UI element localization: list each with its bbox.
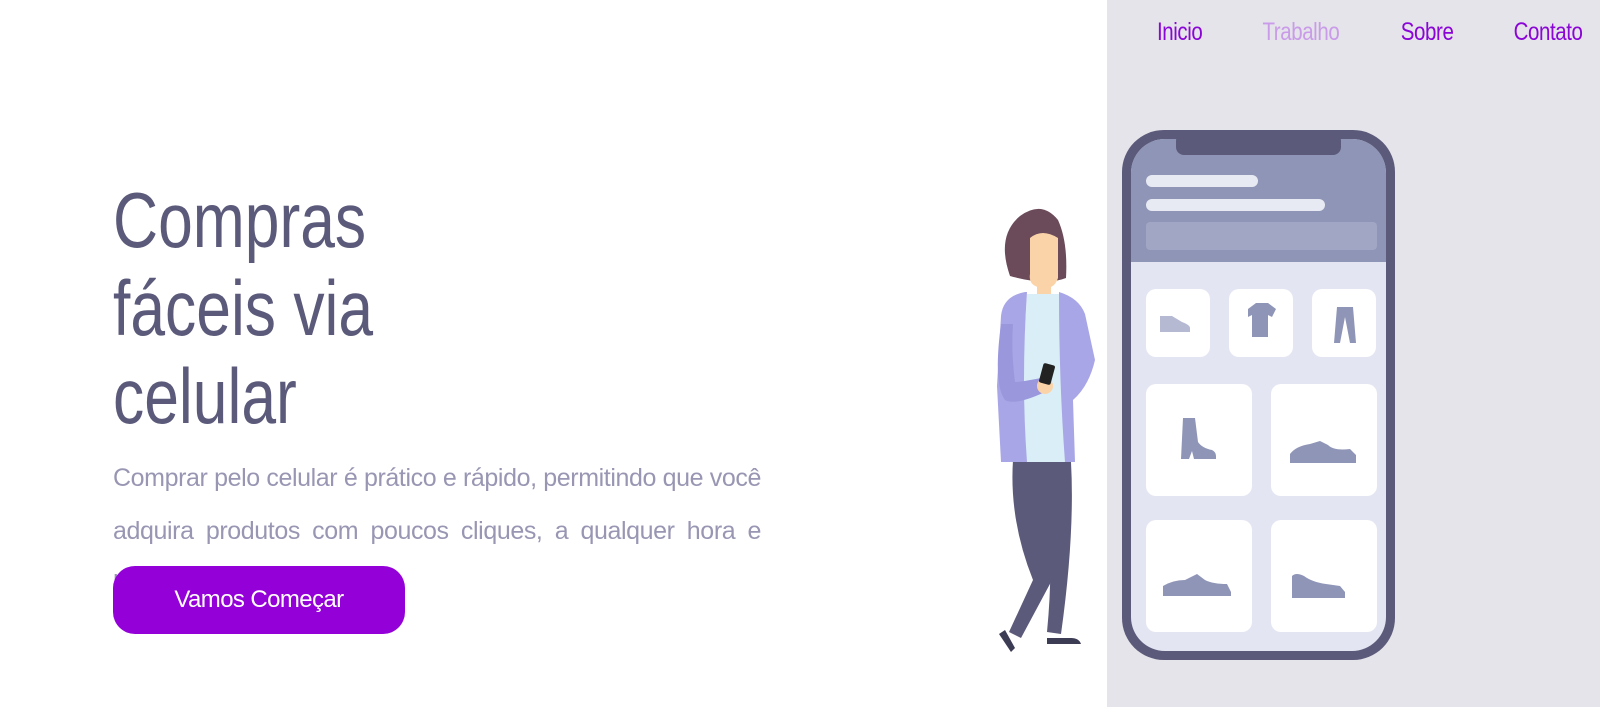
hero-title-line-1: Compras: [113, 176, 367, 264]
nav-link-sobre[interactable]: Sobre: [1400, 18, 1453, 47]
woman-illustration: [997, 208, 1095, 652]
nav-link-trabalho[interactable]: Trabalho: [1262, 18, 1339, 47]
hero-title: Compras fáceis via celular: [113, 176, 513, 440]
main-nav: Inicio Trabalho Sobre Contato: [1152, 18, 1590, 47]
boot-tile: [1146, 384, 1252, 496]
sneaker-tile-3: [1271, 520, 1377, 632]
nav-link-contato[interactable]: Contato: [1514, 18, 1583, 47]
hero-title-line-2: fáceis via: [113, 264, 374, 352]
hero-title-line-3: celular: [113, 352, 297, 440]
shopping-illustration: [997, 130, 1395, 660]
pants-icon: [1312, 289, 1376, 357]
sneaker-tile: [1271, 384, 1377, 496]
get-started-button[interactable]: Vamos Começar: [113, 566, 405, 634]
page: Inicio Trabalho Sobre Contato Compras fá…: [0, 0, 1600, 707]
smartphone-illustration: [1122, 130, 1395, 660]
nav-link-inicio[interactable]: Inicio: [1157, 18, 1203, 47]
